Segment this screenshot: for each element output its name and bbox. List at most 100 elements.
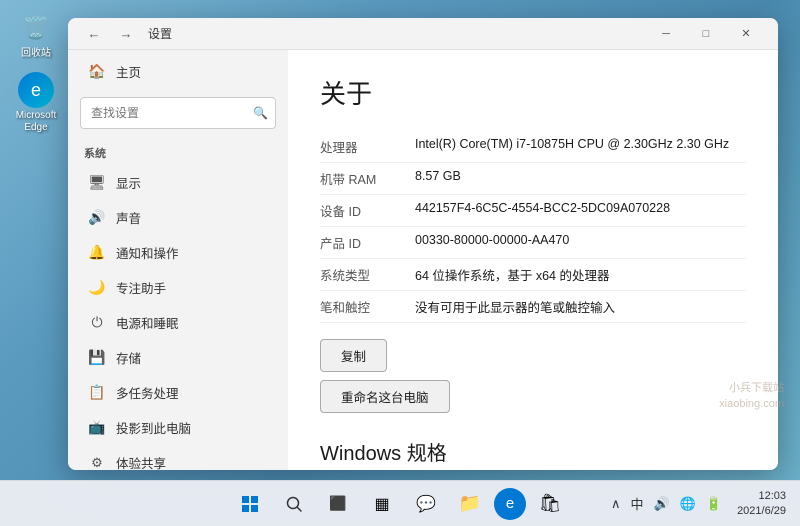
explorer-button[interactable]: 📁 [450,484,490,524]
notifications-icon: 🔔 [88,244,106,262]
chat-button[interactable]: 💬 [406,484,446,524]
system-tray: ∧ 中 🔊 🌐 🔋 [608,492,725,515]
forward-button[interactable]: → [112,20,140,48]
page-title: 关于 [320,74,746,111]
desktop-icons: 🗑️ 回收站 e Microsoft Edge [8,10,64,134]
taskbar-edge-button[interactable]: e [494,488,526,520]
spec-value-device-id: 442157F4-6C5C-4554-BCC2-5DC09A070228 [415,195,746,227]
storage-icon: 💾 [88,349,106,367]
focus-icon: 🌙 [88,279,106,297]
recycle-bin-icon: 🗑️ [18,10,54,46]
multitask-icon: 📋 [88,384,106,402]
spec-table: 处理器 Intel(R) Core(TM) i7-10875H CPU @ 2.… [320,131,746,323]
sidebar-item-display[interactable]: 🖥 显示 [72,165,284,200]
sidebar-item-home[interactable]: 🏠 主页 [72,54,284,89]
taskbar-center: ⬛ ▦ 💬 📁 e 🛍 [230,484,570,524]
settings-window: ← → 设置 ─ □ ✕ 🏠 主页 🔍 [68,18,778,470]
sidebar-item-multitask[interactable]: 📋 多任务处理 [72,375,284,410]
power-label: 电源和睡眠 [116,313,179,332]
tray-volume[interactable]: 🔊 [651,494,673,514]
sound-label: 声音 [116,208,141,227]
taskbar: ⬛ ▦ 💬 📁 e 🛍 ∧ 中 🔊 🌐 🔋 12:03 2021/6/29 [0,480,800,526]
taskbar-search-button[interactable] [274,484,314,524]
sound-icon: 🔊 [88,209,106,227]
spec-value-pen: 没有可用于此显示器的笔或触控输入 [415,291,746,323]
date-text: 2021/6/29 [737,504,786,518]
project-label: 投影到此电脑 [116,418,191,437]
search-input[interactable] [80,97,276,129]
home-label: 主页 [116,62,141,81]
spec-row-product-id: 产品 ID 00330-80000-00000-AA470 [320,227,746,259]
sidebar-item-power[interactable]: ⏻ 电源和睡眠 [72,305,284,340]
home-icon: 🏠 [88,63,106,81]
sidebar: 🏠 主页 🔍 系统 🖥 显示 🔊 声音 [68,50,288,470]
spec-row-processor: 处理器 Intel(R) Core(TM) i7-10875H CPU @ 2.… [320,131,746,163]
start-button[interactable] [230,484,270,524]
spec-label-product-id: 产品 ID [320,227,415,259]
windows-section-title: Windows 规格 [320,437,746,466]
window-controls: ─ □ ✕ [646,18,766,50]
share-label: 体验共享 [116,453,166,470]
spec-row-ram: 机带 RAM 8.57 GB [320,163,746,195]
sidebar-item-storage[interactable]: 💾 存储 [72,340,284,375]
spec-label-system-type: 系统类型 [320,259,415,291]
display-icon: 🖥 [88,174,106,192]
display-label: 显示 [116,173,141,192]
watermark: 小兵下载站 xiaobing.com [719,381,784,412]
sidebar-item-focus[interactable]: 🌙 专注助手 [72,270,284,305]
main-content: 关于 处理器 Intel(R) Core(TM) i7-10875H CPU @… [288,50,778,470]
spec-label-device-id: 设备 ID [320,195,415,227]
project-icon: 📺 [88,419,106,437]
storage-label: 存储 [116,348,141,367]
spec-row-system-type: 系统类型 64 位操作系统，基于 x64 的处理器 [320,259,746,291]
search-icon: 🔍 [253,106,268,120]
spec-label-pen: 笔和触控 [320,291,415,323]
spec-value-product-id: 00330-80000-00000-AA470 [415,227,746,259]
back-button[interactable]: ← [80,20,108,48]
sidebar-item-notifications[interactable]: 🔔 通知和操作 [72,235,284,270]
notifications-label: 通知和操作 [116,243,179,262]
spec-value-ram: 8.57 GB [415,163,746,195]
desktop-icon-edge[interactable]: e Microsoft Edge [8,72,64,134]
tray-chevron[interactable]: ∧ [608,494,624,514]
power-icon: ⏻ [88,314,106,332]
spec-value-processor: Intel(R) Core(TM) i7-10875H CPU @ 2.30GH… [415,131,746,163]
multitask-label: 多任务处理 [116,383,179,402]
copy-button-1[interactable]: 复制 [320,339,387,372]
minimize-button[interactable]: ─ [646,18,686,50]
watermark-line2: xiaobing.com [719,397,784,412]
share-icon: ⚙ [88,454,106,471]
tray-lang[interactable]: 中 [627,492,646,515]
spec-label-processor: 处理器 [320,131,415,163]
edge-icon: e [18,72,54,108]
sidebar-item-sound[interactable]: 🔊 声音 [72,200,284,235]
title-bar-nav: ← → [80,20,140,48]
watermark-line1: 小兵下载站 [719,381,784,396]
spec-label-ram: 机带 RAM [320,163,415,195]
time-display[interactable]: 12:03 2021/6/29 [731,487,792,520]
rename-button[interactable]: 重命名这台电脑 [320,380,450,413]
sidebar-search[interactable]: 🔍 [80,97,276,129]
desktop: 🗑️ 回收站 e Microsoft Edge ← → 设置 ─ □ ✕ [0,0,800,480]
time-text: 12:03 [737,489,786,503]
start-icon [241,495,259,513]
spec-value-system-type: 64 位操作系统，基于 x64 的处理器 [415,259,746,291]
maximize-button[interactable]: □ [686,18,726,50]
tray-battery[interactable]: 🔋 [703,494,725,514]
window-title: 设置 [148,25,172,42]
sidebar-section-label: 系统 [68,137,288,165]
title-bar: ← → 设置 ─ □ ✕ [68,18,778,50]
focus-label: 专注助手 [116,278,166,297]
store-button[interactable]: 🛍 [530,484,570,524]
close-button[interactable]: ✕ [726,18,766,50]
widgets-button[interactable]: ▦ [362,484,402,524]
sidebar-item-share[interactable]: ⚙ 体验共享 [72,445,284,470]
taskbar-tray: ∧ 中 🔊 🌐 🔋 12:03 2021/6/29 [608,487,792,520]
window-body: 🏠 主页 🔍 系统 🖥 显示 🔊 声音 [68,50,778,470]
sidebar-item-project[interactable]: 📺 投影到此电脑 [72,410,284,445]
taskbar-search-icon [285,495,303,513]
tray-network[interactable]: 🌐 [677,494,699,514]
taskview-button[interactable]: ⬛ [318,484,358,524]
spec-row-device-id: 设备 ID 442157F4-6C5C-4554-BCC2-5DC09A0702… [320,195,746,227]
desktop-icon-recycle[interactable]: 🗑️ 回收站 [8,10,64,60]
